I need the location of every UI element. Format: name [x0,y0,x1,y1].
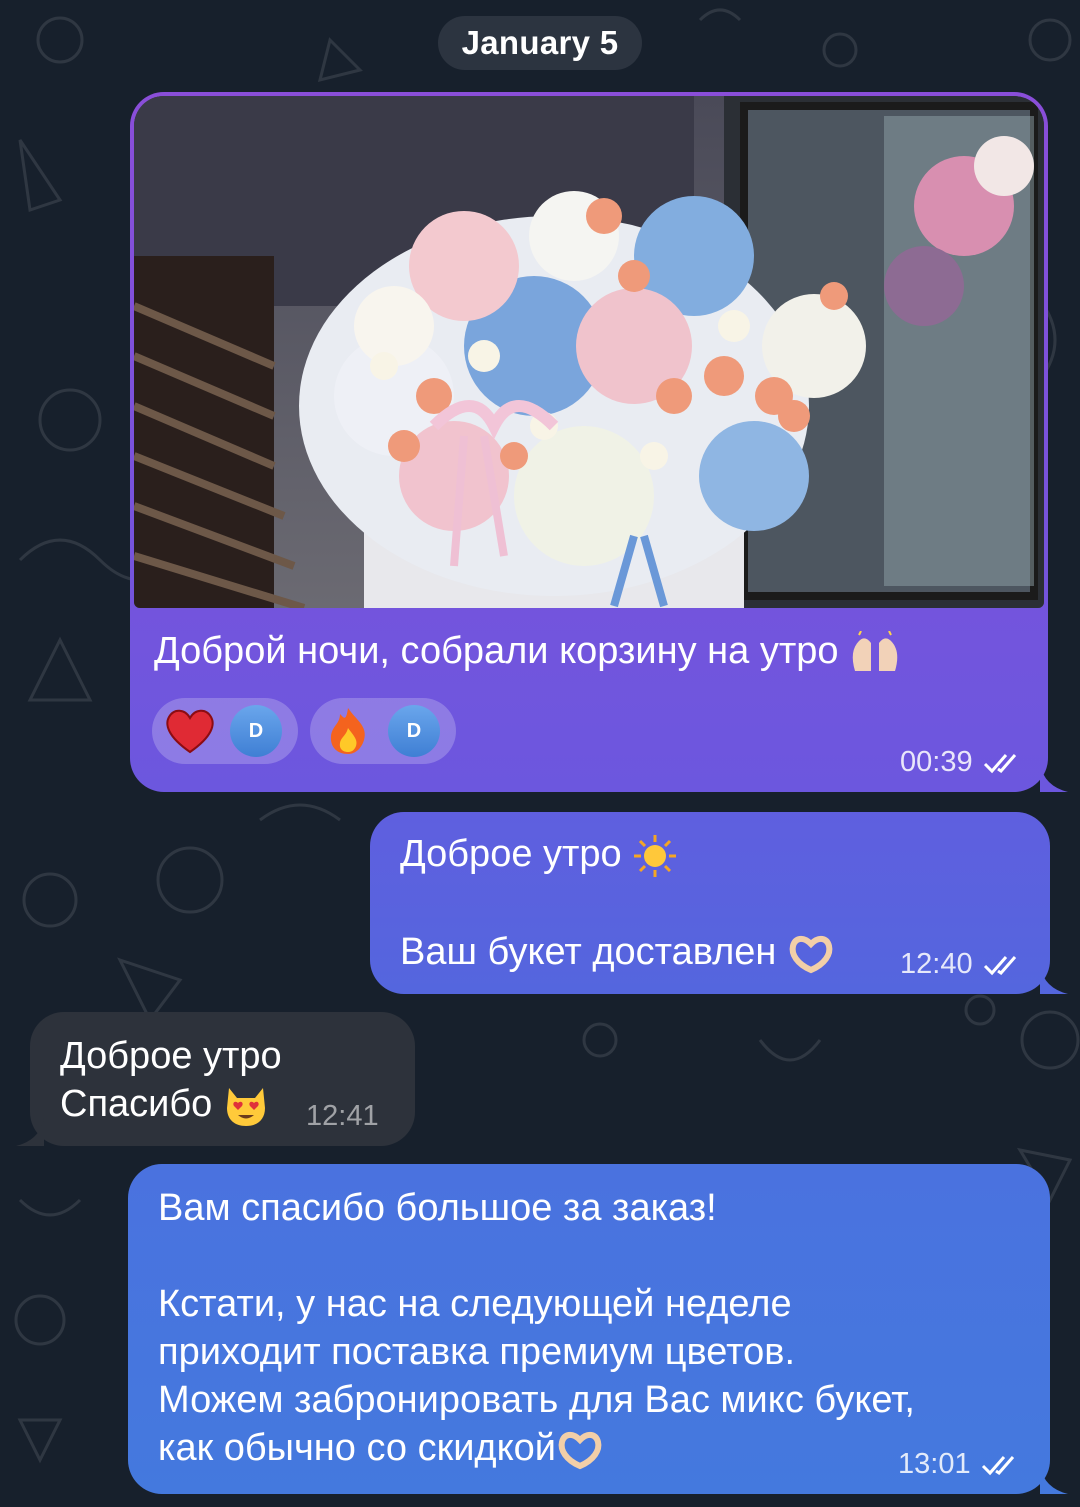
reaction-fire[interactable]: D [310,698,456,764]
message-time: 13:01 [898,1448,971,1480]
avatar-initial: D [406,719,422,742]
double-check-icon [981,1455,1014,1475]
heart-hands-icon [789,935,833,974]
double-check-icon [983,955,1016,975]
message-time: 00:39 [900,746,973,778]
reaction-heart[interactable]: D [152,698,298,764]
message-photo[interactable] [134,96,1044,608]
date-label: January 5 [461,24,619,61]
message-meta: 13:01 [898,1448,1023,1481]
message-text: приходит поставка премиум цветов. [158,1331,796,1373]
message-text-line: Ваш букет доставлен [400,928,835,976]
message-text-line: Вам спасибо большое за заказ! [158,1184,717,1232]
fire-icon [330,708,365,754]
bubble-tail [1040,1466,1068,1494]
sun-icon [634,834,677,877]
message-text-line: Доброе утро [400,830,678,879]
message-text: Вам спасибо большое за заказ! [158,1187,717,1229]
message-text-line: приходит поставка премиум цветов. [158,1328,795,1376]
reactions-row: D D [152,698,456,764]
message-text: Ваш букет доставлен [400,931,777,973]
heart-eyes-cat-icon [226,1087,265,1126]
message-text-line: как обычно со скидкой [158,1424,604,1472]
message-text: Спасибо [60,1083,213,1125]
message-text-line: Доброе утро [60,1032,282,1080]
message-text-line: Кстати, у нас на следующей неделе [158,1280,792,1328]
raised-hands-icon [852,630,898,671]
date-separator: January 5 [438,16,642,70]
message-text-line: Спасибо [60,1080,269,1128]
message-text: Кстати, у нас на следующей неделе [158,1283,792,1325]
reaction-avatar: D [230,705,282,757]
message-text: как обычно со скидкой [158,1427,557,1469]
reaction-avatar: D [388,705,440,757]
message-bubble-outgoing[interactable]: Доброе утро Ваш букет доставлен 12:40 [370,812,1050,994]
message-bubble-incoming[interactable]: Доброе утро Спасибо 12:41 [30,1012,415,1146]
bubble-tail [1040,966,1068,994]
heart-hands-icon [558,1431,602,1470]
message-meta: 00:39 [900,746,1025,779]
photo-caption: Доброй ночи, собрали корзину на утро [154,630,901,675]
message-text: Доброе утро [400,833,622,875]
message-text-line: Можем забронировать для Вас микс букет, [158,1376,915,1424]
bubble-tail [16,1118,44,1146]
avatar-initial: D [248,719,264,742]
bouquet-photo [134,96,1044,608]
message-text: Доброе утро [60,1035,282,1077]
bubble-tail [1040,764,1068,792]
message-meta: 12:41 [306,1100,379,1133]
message-text: Можем забронировать для Вас микс букет, [158,1379,915,1421]
message-bubble-outgoing[interactable]: Доброй ночи, собрали корзину на утро D D… [130,92,1048,792]
caption-text: Доброй ночи, собрали корзину на утро [154,630,839,672]
red-heart-icon [166,709,214,754]
message-time: 12:41 [306,1100,379,1132]
double-check-icon [983,753,1016,773]
message-time: 12:40 [900,948,973,980]
message-meta: 12:40 [900,948,1025,981]
message-bubble-outgoing[interactable]: Вам спасибо большое за заказ! Кстати, у … [128,1164,1050,1494]
